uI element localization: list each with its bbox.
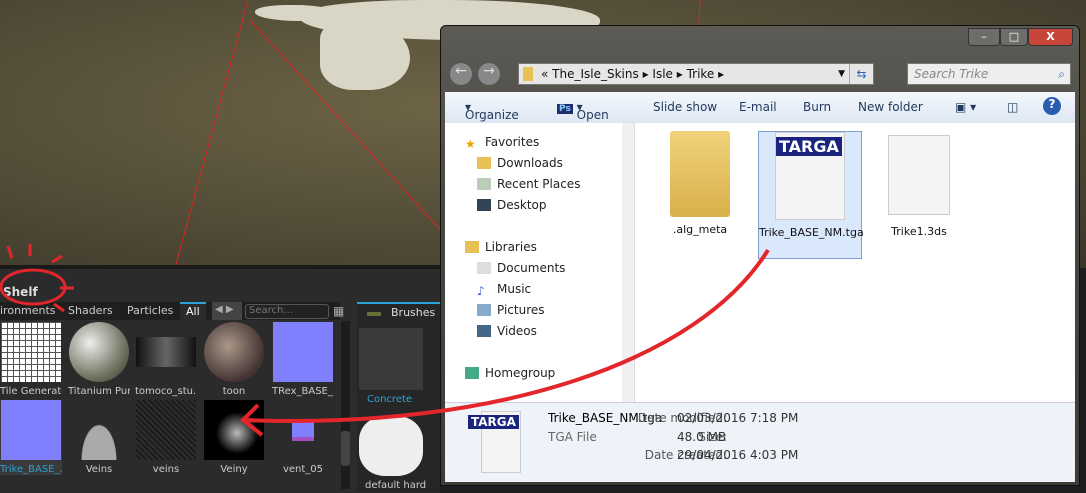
- annotation-overlay: [0, 244, 770, 437]
- annotation-arrow: [244, 248, 770, 423]
- annotation-circle: [0, 268, 67, 306]
